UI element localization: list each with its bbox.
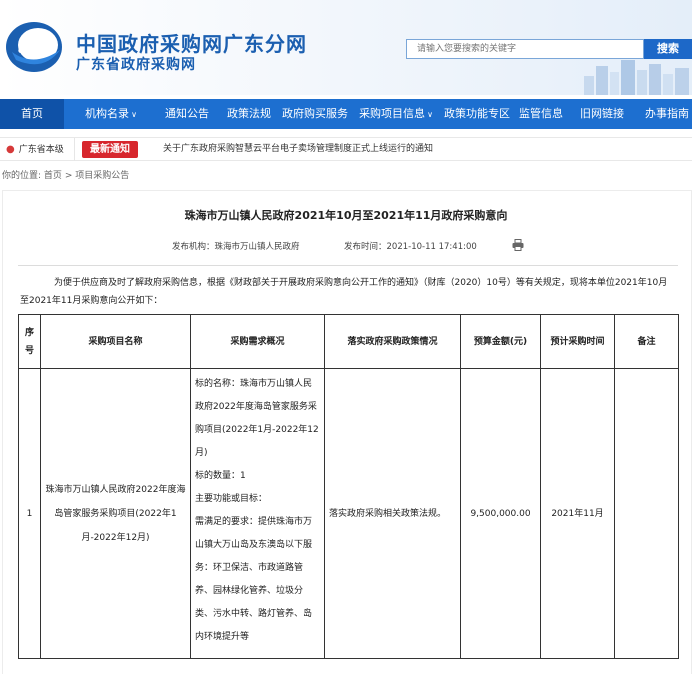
location-pin-icon: ● (6, 144, 15, 155)
cell-seq: 1 (18, 368, 41, 659)
chevron-down-icon: ∨ (427, 110, 433, 119)
cell-project-name: 珠海市万山镇人民政府2022年度海岛管家服务采购项目(2022年1月-2022年… (40, 368, 191, 659)
city-skyline-image (584, 60, 689, 95)
gdgpo-logo[interactable]: GDGPO (4, 20, 64, 74)
nav-old-site[interactable]: 旧网链接 (578, 99, 626, 129)
column-header-note: 备注 (614, 314, 679, 369)
region-selector[interactable]: ● 广东省本级 (0, 138, 75, 161)
cell-time: 2021年11月 (540, 368, 615, 659)
intro-text: 为便于供应商及时了解政府采购信息，根据《财政部关于开展政府采购意向公开工作的通知… (54, 278, 668, 288)
site-title: 中国政府采购网广东分网 (76, 32, 307, 56)
breadcrumb-separator: > (64, 171, 73, 181)
table-row: 1 珠海市万山镇人民政府2022年度海岛管家服务采购项目(2022年1月-202… (18, 368, 679, 659)
article-publisher: 发布机构：珠海市万山镇人民政府 (172, 242, 300, 252)
breadcrumb-current-link[interactable]: 项目采购公告 (75, 171, 129, 181)
nav-policy-zone[interactable]: 政策功能专区 (444, 99, 510, 129)
cell-budget: 9,500,000.00 (460, 368, 541, 659)
breadcrumb: 你的位置: 首页 > 项目采购公告 (2, 168, 129, 181)
breadcrumb-prefix: 你的位置: (2, 171, 42, 181)
article-title: 珠海市万山镇人民政府2021年10月至2021年11月政府采购意向 (184, 209, 508, 222)
chevron-down-icon: ∨ (131, 110, 137, 119)
notice-bar: ● 广东省本级 最新通知 关于广东政府采购智慧云平台电子卖场管理制度正式上线运行的… (0, 137, 692, 161)
table-header-row: 序号 采购项目名称 采购需求概况 落实政府采购政策情况 预算金额(元) 预计采购… (18, 314, 679, 369)
column-header-budget: 预算金额(元) (460, 314, 541, 369)
nav-directory[interactable]: 机构名录 ∨ (76, 99, 146, 129)
column-header-seq: 序号 (18, 314, 41, 369)
main-nav: 首页 机构名录 ∨ 通知公告 政策法规 政府购买服务 采购项目信息 ∨ 政策功能专区… (0, 99, 692, 129)
procurement-intent-table: 序号 采购项目名称 采购需求概况 落实政府采购政策情况 预算金额(元) 预计采购… (18, 314, 679, 659)
article-intro: 为便于供应商及时了解政府采购信息，根据《财政部关于开展政府采购意向公开工作的通知… (20, 274, 680, 310)
article-publish-time: 发布时间：2021-10-11 17:41:00 (344, 242, 477, 252)
article-divider (18, 265, 678, 266)
nav-supervision[interactable]: 监管信息 (518, 99, 564, 129)
breadcrumb-home-link[interactable]: 首页 (44, 171, 62, 181)
nav-guide[interactable]: 办事指南 (642, 99, 692, 129)
latest-notice-badge: 最新通知 (82, 141, 138, 158)
search-input[interactable] (406, 39, 644, 59)
nav-notices[interactable]: 通知公告 (160, 99, 214, 129)
logo-text: GDGPO (18, 47, 46, 55)
print-icon[interactable] (512, 239, 524, 251)
nav-project-info[interactable]: 采购项目信息 ∨ (358, 99, 434, 129)
nav-policies[interactable]: 政策法规 (222, 99, 276, 129)
site-header: GDGPO 中国政府采购网广东分网 广东省政府采购网 搜索 (0, 0, 692, 95)
column-header-policy: 落实政府采购政策情况 (324, 314, 461, 369)
search-button[interactable]: 搜索 (644, 39, 692, 59)
latest-notice-link[interactable]: 关于广东政府采购智慧云平台电子卖场管理制度正式上线运行的通知 (163, 138, 433, 161)
column-header-time: 预计采购时间 (540, 314, 615, 369)
intro-text: 至2021年11月采购意向公开如下： (20, 296, 163, 306)
nav-home[interactable]: 首页 (0, 99, 64, 129)
column-header-name: 采购项目名称 (40, 314, 191, 369)
cell-description: 标的名称：珠海市万山镇人民政府2022年度海岛管家服务采购项目(2022年1月-… (190, 368, 325, 659)
cell-note (614, 368, 679, 659)
site-subtitle: 广东省政府采购网 (76, 57, 196, 73)
column-header-desc: 采购需求概况 (190, 314, 325, 369)
nav-purchase-service[interactable]: 政府购买服务 (282, 99, 348, 129)
cell-policy: 落实政府采购相关政策法规。 (324, 368, 461, 659)
